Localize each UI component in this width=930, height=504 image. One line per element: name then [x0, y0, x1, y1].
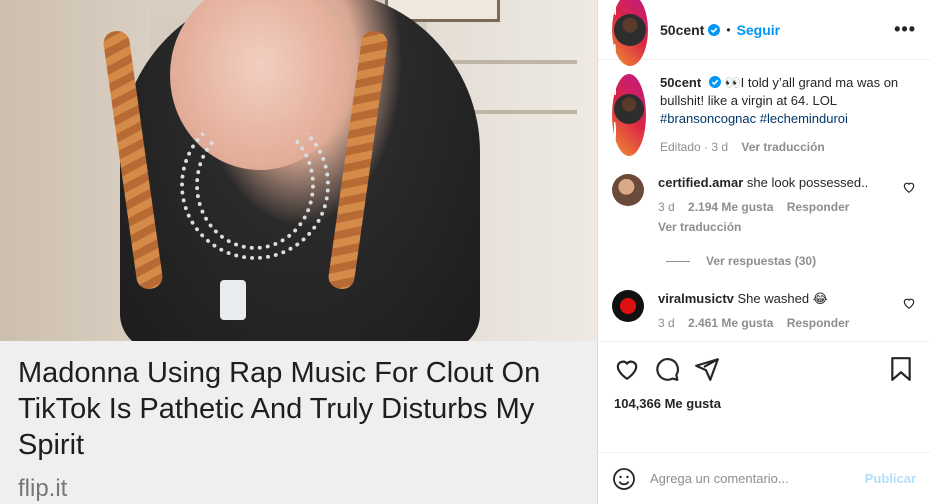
avatar[interactable] [612, 290, 644, 332]
see-translation-link[interactable]: Ver traducción [741, 140, 824, 154]
post-image [0, 0, 597, 341]
view-replies[interactable]: Ver respuestas (30) [666, 254, 916, 268]
publish-button[interactable]: Publicar [865, 471, 916, 486]
link-preview[interactable]: Madonna Using Rap Music For Clout On Tik… [0, 341, 597, 504]
replies-line [666, 260, 690, 262]
comment-bubble-icon[interactable] [654, 356, 680, 382]
caption-username[interactable]: 50cent [660, 75, 701, 90]
post-header: 50cent • Seguir ••• [598, 0, 930, 66]
reply-button[interactable]: Responder [787, 200, 850, 214]
post-side-panel: 50cent • Seguir ••• 50cent 👀I told y’all… [597, 0, 930, 504]
comment-item: certified.amar she look possessed.. 3 d … [612, 174, 916, 236]
shelf [437, 60, 577, 64]
comment-translation-row: Ver traducción [658, 218, 916, 236]
view-replies-label[interactable]: Ver respuestas (30) [706, 254, 816, 268]
comment-item: viralmusictv She washed 😂 3 d 2.461 Me g… [612, 290, 916, 332]
separator-dot: • [726, 22, 731, 37]
comment-input[interactable] [650, 471, 865, 486]
post-caption: 50cent 👀I told y’all grand ma was on bul… [612, 74, 916, 156]
see-translation-link[interactable]: Ver traducción [658, 220, 741, 234]
action-icons [614, 356, 914, 382]
verified-badge-icon [708, 23, 721, 36]
comment-likes[interactable]: 2.461 Me gusta [688, 316, 773, 330]
edited-time: Editado · 3 d [660, 140, 729, 154]
like-heart-icon[interactable] [614, 356, 640, 382]
reply-button[interactable]: Responder [787, 316, 850, 330]
necklace [195, 120, 315, 250]
comment-username[interactable]: viralmusictv [658, 291, 734, 306]
likes-count[interactable]: 104,366 Me gusta [614, 396, 914, 411]
comment-text: She washed 😂 [737, 291, 828, 306]
comment-username[interactable]: certified.amar [658, 175, 743, 190]
add-comment-bar: Publicar [598, 452, 930, 504]
comment-meta: 3 d 2.194 Me gusta Responder [658, 198, 916, 216]
like-comment-heart-icon[interactable] [902, 180, 916, 194]
comment-meta: 3 d 2.461 Me gusta Responder [658, 314, 916, 332]
avatar[interactable] [612, 74, 646, 156]
header-username[interactable]: 50cent [660, 22, 704, 38]
follow-button[interactable]: Seguir [737, 22, 781, 38]
verified-badge-icon [708, 76, 721, 88]
comment-likes[interactable]: 2.194 Me gusta [688, 200, 773, 214]
avatar[interactable] [612, 0, 648, 66]
more-options-icon[interactable]: ••• [894, 19, 916, 40]
comments-section[interactable]: 50cent 👀I told y’all grand ma was on bul… [598, 60, 930, 341]
bookmark-icon[interactable] [888, 356, 914, 382]
comment-text: she look possessed.. [746, 175, 869, 190]
emoji-smiley-icon[interactable] [612, 467, 636, 491]
share-send-icon[interactable] [694, 356, 720, 382]
link-source: flip.it [18, 475, 68, 502]
like-comment-heart-icon[interactable] [902, 296, 916, 310]
caption-emoji: 👀 [724, 75, 741, 90]
comment-time: 3 d [658, 316, 675, 330]
hashtag-link[interactable]: #lecheminduroi [760, 111, 848, 126]
post-media[interactable]: Madonna Using Rap Music For Clout On Tik… [0, 0, 597, 504]
comment-time: 3 d [658, 200, 675, 214]
caption-meta: Editado · 3 d Ver traducción [660, 138, 916, 156]
avatar[interactable] [612, 174, 644, 236]
pendant [220, 280, 246, 320]
hashtag-link[interactable]: #bransoncognac [660, 111, 756, 126]
post-actions: 104,366 Me gusta [598, 341, 930, 446]
link-headline[interactable]: Madonna Using Rap Music For Clout On Tik… [18, 355, 579, 463]
